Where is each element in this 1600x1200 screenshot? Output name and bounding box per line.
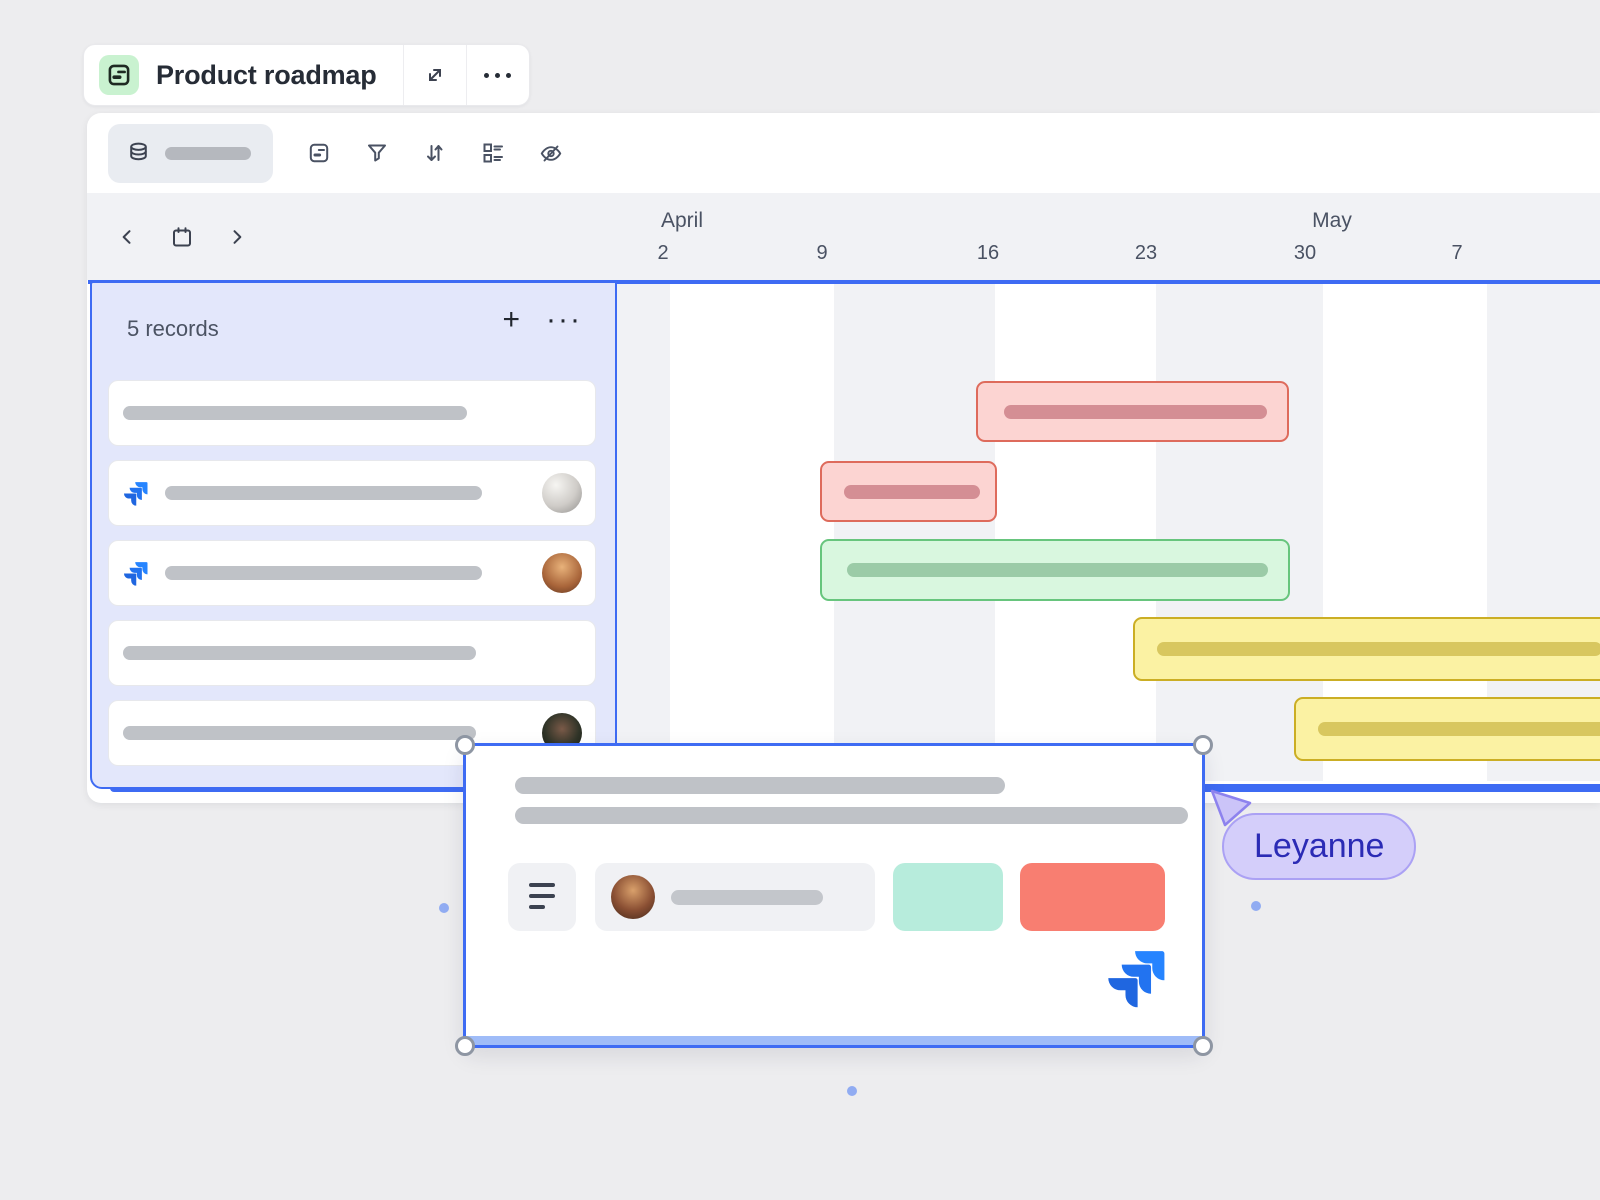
hide-fields-icon[interactable] <box>539 141 563 165</box>
record-card[interactable] <box>108 620 596 686</box>
filter-icon[interactable] <box>365 141 389 165</box>
selection-bottom-glow <box>466 1036 1202 1045</box>
bar-label-placeholder <box>1318 722 1600 736</box>
record-card[interactable] <box>108 460 596 526</box>
panel-more-button[interactable]: ··· <box>546 305 582 335</box>
records-count-label: 5 records <box>127 316 219 342</box>
month-label: May <box>1312 209 1352 233</box>
sort-icon[interactable] <box>423 141 447 165</box>
decor-dot <box>847 1086 857 1096</box>
gantt-bar-green[interactable] <box>820 539 1290 601</box>
jira-icon <box>123 560 149 586</box>
calendar-icon[interactable] <box>168 223 196 251</box>
card-subtitle-placeholder <box>515 807 1188 824</box>
record-title-placeholder <box>165 566 482 580</box>
toolbar-icons <box>307 141 563 165</box>
resize-handle-sw[interactable] <box>455 1036 475 1056</box>
page-title: Product roadmap <box>156 60 377 91</box>
assignee-avatar <box>611 875 655 919</box>
resize-handle-se[interactable] <box>1193 1036 1213 1056</box>
database-icon <box>126 141 151 166</box>
date-tick-label: 16 <box>977 242 999 265</box>
bar-label-placeholder <box>847 563 1268 577</box>
selected-record-card[interactable] <box>463 743 1205 1048</box>
date-tick-label: 2 <box>657 242 668 265</box>
view-toolbar <box>87 113 1600 193</box>
menu-chip[interactable] <box>508 863 576 931</box>
red-tag-chip[interactable] <box>1020 863 1165 931</box>
group-icon[interactable] <box>481 141 505 165</box>
timeline-nav <box>113 223 251 251</box>
week-stripe <box>834 284 995 781</box>
next-week-button[interactable] <box>223 223 251 251</box>
bar-label-placeholder <box>1004 405 1267 419</box>
collaborator-name-badge: Leyanne <box>1222 813 1416 880</box>
assignee-chip[interactable] <box>595 863 875 931</box>
expand-button[interactable] <box>403 45 466 105</box>
date-tick-label: 23 <box>1135 242 1157 265</box>
avatar <box>542 553 582 593</box>
canvas: Product roadmap <box>0 0 1600 1200</box>
jira-logo <box>1106 946 1168 1008</box>
justify-menu-icon <box>529 883 555 909</box>
week-stripe <box>670 284 834 781</box>
record-card[interactable] <box>108 540 596 606</box>
roadmap-doc-icon <box>99 55 139 95</box>
expand-icon <box>423 63 447 87</box>
decor-dot <box>439 903 449 913</box>
week-stripe <box>995 284 1156 781</box>
source-name-placeholder <box>165 147 251 160</box>
resize-handle-nw[interactable] <box>455 735 475 755</box>
record-title-placeholder <box>123 726 476 740</box>
assignee-name-placeholder <box>671 890 823 905</box>
card-title-placeholder <box>515 777 1005 794</box>
resize-handle-ne[interactable] <box>1193 735 1213 755</box>
decor-dot <box>1251 901 1261 911</box>
gantt-bar-red[interactable] <box>820 461 997 522</box>
record-title-placeholder <box>123 646 476 660</box>
add-record-button[interactable]: + <box>502 305 520 335</box>
jira-icon <box>123 480 149 506</box>
title-main: Product roadmap <box>84 45 403 105</box>
ellipsis-icon <box>484 73 511 78</box>
week-stripe <box>617 284 670 781</box>
avatar <box>542 473 582 513</box>
widget-title-bar: Product roadmap <box>83 44 530 106</box>
bar-label-placeholder <box>844 485 980 499</box>
records-panel-header: 5 records + ··· <box>92 283 615 378</box>
teal-tag-chip[interactable] <box>893 863 1003 931</box>
bar-label-placeholder <box>1157 642 1600 656</box>
gantt-bar-yellow[interactable] <box>1294 697 1600 761</box>
timeline-header: April May 2 9 16 23 30 7 <box>87 193 1600 280</box>
record-card[interactable] <box>108 380 596 446</box>
month-label: April <box>661 209 703 233</box>
gantt-bar-yellow[interactable] <box>1133 617 1600 681</box>
card-view-icon[interactable] <box>307 141 331 165</box>
gantt-bar-red[interactable] <box>976 381 1289 442</box>
records-panel: 5 records + ··· <box>90 281 617 789</box>
date-tick-label: 7 <box>1451 242 1462 265</box>
date-tick-label: 30 <box>1294 242 1316 265</box>
record-title-placeholder <box>165 486 482 500</box>
data-source-chip[interactable] <box>108 124 273 183</box>
more-button[interactable] <box>466 45 529 105</box>
date-tick-label: 9 <box>816 242 827 265</box>
record-title-placeholder <box>123 406 467 420</box>
prev-week-button[interactable] <box>113 223 141 251</box>
